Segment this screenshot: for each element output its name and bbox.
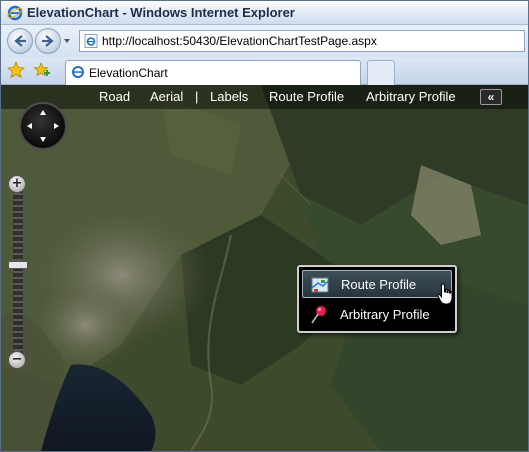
- compass-arrows-icon: [27, 110, 59, 142]
- pan-compass[interactable]: [19, 102, 67, 150]
- zoom-slider-handle[interactable]: [8, 261, 28, 269]
- page-ie-icon: [84, 34, 98, 48]
- menu-item-label: Route Profile: [341, 277, 417, 292]
- tab-ie-icon: [72, 66, 84, 78]
- tab-elevationchart[interactable]: ElevationChart: [65, 60, 361, 85]
- back-button[interactable]: [7, 28, 33, 54]
- zoom-out-button[interactable]: −: [8, 351, 26, 369]
- route-map-icon: [311, 277, 329, 293]
- back-arrow-icon: [14, 35, 26, 47]
- hand-cursor-icon: [437, 283, 453, 305]
- favorites-star-icon[interactable]: [7, 61, 25, 79]
- menu-item-arbitrary-profile[interactable]: Arbitrary Profile: [302, 301, 452, 329]
- window-title: ElevationChart - Windows Internet Explor…: [27, 5, 295, 20]
- address-row: http://localhost:50430/ElevationChartTes…: [1, 25, 528, 57]
- toolbar-separator: |: [195, 89, 199, 104]
- zoom-in-icon: +: [11, 176, 23, 191]
- map-view[interactable]: Road Aerial | Labels Route Profile Arbit…: [1, 85, 528, 451]
- arbitrary-profile-button[interactable]: Arbitrary Profile: [366, 89, 456, 104]
- forward-arrow-icon: [42, 35, 54, 47]
- collapse-toolbar-button[interactable]: «: [480, 89, 502, 105]
- browser-window: ElevationChart - Windows Internet Explor…: [0, 0, 529, 452]
- add-favorites-icon[interactable]: [33, 61, 51, 79]
- recent-pages-dropdown-icon[interactable]: [63, 37, 71, 45]
- profile-context-menu: Route Profile Arbitrary Profile: [297, 265, 457, 333]
- address-url: http://localhost:50430/ElevationChartTes…: [102, 34, 377, 48]
- aerial-map-button[interactable]: Aerial: [150, 89, 183, 104]
- ie-logo-icon: [7, 5, 23, 21]
- route-profile-button[interactable]: Route Profile: [269, 89, 344, 104]
- map-type-toolbar: Road Aerial | Labels Route Profile Arbit…: [1, 85, 528, 109]
- pushpin-icon: [311, 305, 327, 324]
- tab-row: ElevationChart: [1, 57, 528, 85]
- tab-label: ElevationChart: [89, 66, 168, 80]
- title-bar: ElevationChart - Windows Internet Explor…: [1, 1, 528, 25]
- forward-button[interactable]: [35, 28, 61, 54]
- menu-item-label: Arbitrary Profile: [340, 307, 430, 322]
- zoom-slider-track[interactable]: [13, 181, 23, 359]
- new-tab-button[interactable]: [367, 60, 395, 85]
- zoom-out-icon: −: [11, 352, 23, 367]
- road-map-button[interactable]: Road: [99, 89, 130, 104]
- menu-item-route-profile[interactable]: Route Profile: [302, 270, 452, 298]
- labels-toggle[interactable]: Labels: [210, 89, 248, 104]
- address-bar[interactable]: http://localhost:50430/ElevationChartTes…: [79, 30, 525, 52]
- zoom-in-button[interactable]: +: [8, 175, 26, 193]
